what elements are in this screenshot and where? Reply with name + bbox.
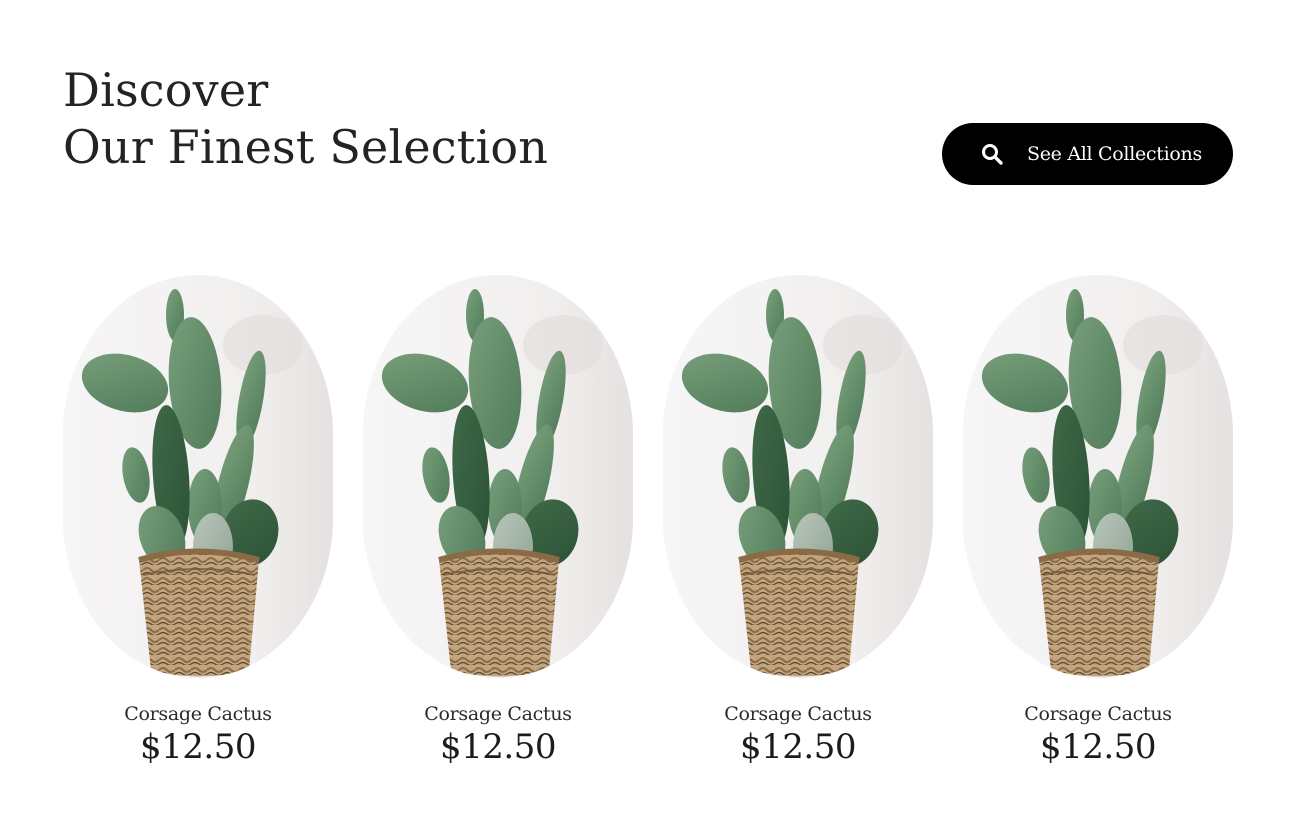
- product-grid: Corsage Cactus $12.50 Corsage Cactus $12…: [63, 275, 1233, 775]
- product-card[interactable]: Corsage Cactus $12.50: [663, 275, 933, 775]
- product-image[interactable]: [63, 275, 333, 678]
- product-image[interactable]: [663, 275, 933, 678]
- product-price: $12.50: [140, 727, 256, 767]
- heading-line-discover: Discover: [63, 63, 269, 117]
- product-name[interactable]: Corsage Cactus: [963, 703, 1233, 725]
- product-name[interactable]: Corsage Cactus: [63, 703, 333, 725]
- product-name[interactable]: Corsage Cactus: [363, 703, 633, 725]
- product-card[interactable]: Corsage Cactus $12.50: [363, 275, 633, 775]
- product-image[interactable]: [963, 275, 1233, 678]
- see-all-collections-button[interactable]: See All Collections: [942, 123, 1233, 185]
- product-image[interactable]: [363, 275, 633, 678]
- see-all-collections-label: See All Collections: [1027, 143, 1202, 165]
- product-price: $12.50: [440, 727, 556, 767]
- product-card[interactable]: Corsage Cactus $12.50: [963, 275, 1233, 775]
- product-card[interactable]: Corsage Cactus $12.50: [63, 275, 333, 775]
- product-name[interactable]: Corsage Cactus: [663, 703, 933, 725]
- product-price: $12.50: [1040, 727, 1156, 767]
- search-icon: [980, 142, 1004, 166]
- section-heading: Discover Our Finest Selection: [63, 62, 548, 176]
- heading-line-selection: Our Finest Selection: [63, 120, 549, 174]
- product-price: $12.50: [740, 727, 856, 767]
